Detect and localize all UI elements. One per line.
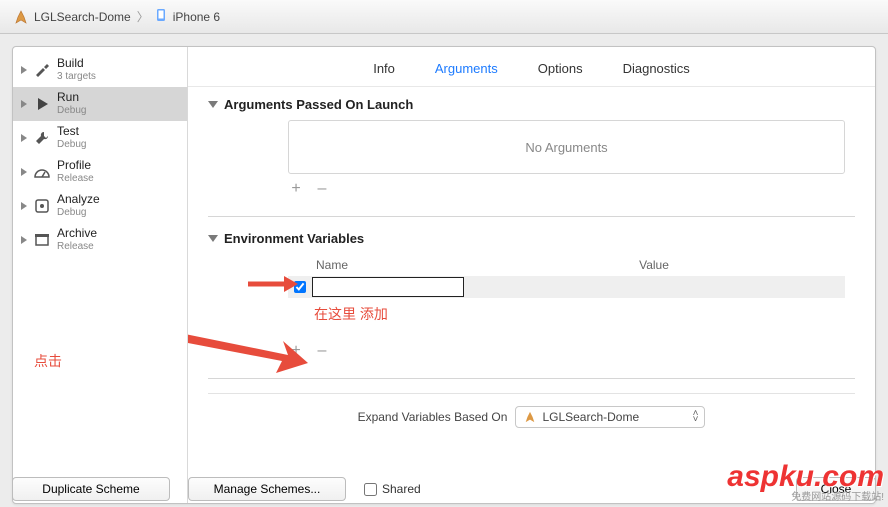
close-button[interactable]: Close (796, 477, 876, 501)
tab-options[interactable]: Options (538, 61, 583, 76)
sidebar: Build3 targets RunDebug TestDebug Profil… (13, 47, 188, 503)
hammer-icon (33, 61, 51, 79)
content-area: Arguments Passed On Launch No Arguments … (188, 87, 875, 503)
disclosure-down-icon (208, 235, 218, 242)
shared-checkbox-input[interactable] (364, 483, 377, 496)
remove-argument-button[interactable]: – (314, 180, 330, 198)
section-divider (208, 378, 855, 379)
expand-select[interactable]: LGLSearch-Dome ˄˅ (515, 406, 705, 428)
expand-footer: Expand Variables Based On LGLSearch-Dome… (208, 393, 855, 442)
archive-icon (33, 231, 51, 249)
breadcrumb: LGLSearch-Dome 〉 iPhone 6 (0, 0, 888, 34)
main-pane: Info Arguments Options Diagnostics Argum… (188, 47, 875, 503)
disclosure-triangle-icon[interactable] (21, 100, 27, 108)
arguments-list-empty: No Arguments (288, 120, 845, 174)
disclosure-triangle-icon[interactable] (21, 134, 27, 142)
gauge-icon (33, 163, 51, 181)
tab-diagnostics[interactable]: Diagnostics (623, 61, 690, 76)
disclosure-triangle-icon[interactable] (21, 66, 27, 74)
wrench-icon (33, 129, 51, 147)
sidebar-item-build[interactable]: Build3 targets (13, 53, 187, 87)
add-argument-button[interactable]: + (288, 180, 304, 198)
arrow-annotation-large-icon (188, 293, 308, 383)
arguments-section: Arguments Passed On Launch No Arguments … (208, 97, 855, 198)
sidebar-item-test[interactable]: TestDebug (13, 121, 187, 155)
sidebar-item-profile[interactable]: ProfileRelease (13, 155, 187, 189)
expand-label: Expand Variables Based On (358, 410, 508, 424)
add-env-button[interactable]: + (288, 342, 304, 360)
env-add-remove: + – (288, 342, 855, 360)
env-table: Name Value (288, 254, 845, 298)
updown-caret-icon: ˄˅ (693, 411, 699, 423)
env-col-value: Value (463, 258, 845, 272)
play-icon (33, 95, 51, 113)
bottom-bar: Duplicate Scheme Manage Schemes... Share… (12, 477, 876, 501)
env-section: Environment Variables Name Value 在这里 添加 (208, 231, 855, 360)
env-row-checkbox[interactable] (288, 281, 312, 293)
arguments-header[interactable]: Arguments Passed On Launch (208, 97, 855, 112)
env-header[interactable]: Environment Variables (208, 231, 855, 246)
manage-schemes-button[interactable]: Manage Schemes... (188, 477, 346, 501)
annotation-add-here: 在这里 添加 (314, 304, 388, 324)
tabs: Info Arguments Options Diagnostics (188, 47, 875, 87)
env-name-input[interactable] (312, 277, 464, 297)
env-table-header: Name Value (288, 254, 845, 276)
sidebar-item-archive[interactable]: ArchiveRelease (13, 223, 187, 257)
app-icon (14, 10, 28, 24)
sidebar-item-analyze[interactable]: AnalyzeDebug (13, 189, 187, 223)
breadcrumb-device[interactable]: iPhone 6 (173, 10, 220, 24)
env-col-name: Name (288, 258, 463, 272)
arguments-add-remove: + – (288, 180, 855, 198)
section-divider (208, 216, 855, 217)
sidebar-item-run[interactable]: RunDebug (13, 87, 187, 121)
tab-info[interactable]: Info (373, 61, 395, 76)
remove-env-button[interactable]: – (314, 342, 330, 360)
analyze-icon (33, 197, 51, 215)
duplicate-scheme-button[interactable]: Duplicate Scheme (12, 477, 170, 501)
device-icon (155, 8, 167, 25)
disclosure-triangle-icon[interactable] (21, 202, 27, 210)
disclosure-triangle-icon[interactable] (21, 236, 27, 244)
tab-arguments[interactable]: Arguments (435, 61, 498, 76)
scheme-editor-panel: Build3 targets RunDebug TestDebug Profil… (12, 46, 876, 504)
chevron-right-icon: 〉 (137, 8, 149, 25)
shared-checkbox[interactable]: Shared (364, 482, 421, 496)
env-row[interactable] (288, 276, 845, 298)
disclosure-down-icon (208, 101, 218, 108)
disclosure-triangle-icon[interactable] (21, 168, 27, 176)
breadcrumb-project[interactable]: LGLSearch-Dome (34, 10, 131, 24)
